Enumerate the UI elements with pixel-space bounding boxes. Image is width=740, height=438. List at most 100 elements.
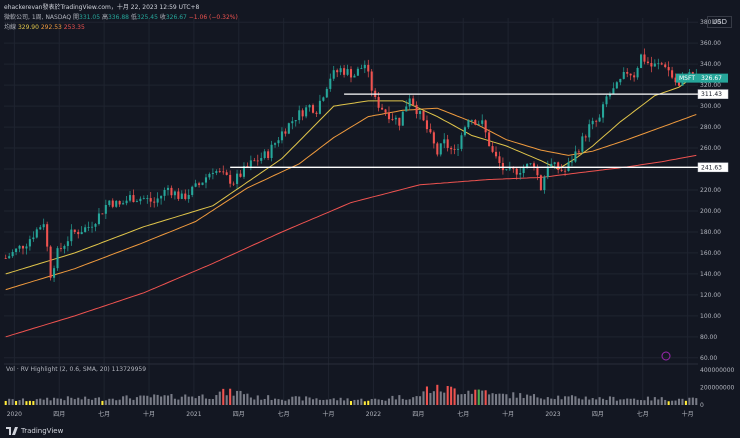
candle-body	[142, 198, 145, 199]
volume-bar	[474, 389, 477, 405]
candle-body	[602, 104, 605, 118]
candle-body	[322, 97, 325, 101]
candle-body	[146, 198, 149, 199]
volume-bar	[446, 386, 449, 405]
candle-body	[108, 200, 111, 205]
candle-body	[315, 112, 318, 114]
volume-bar	[501, 393, 504, 405]
candle-body	[166, 187, 170, 190]
candle-body	[567, 162, 570, 172]
volume-bar	[194, 398, 197, 405]
publish-info: ehackerevan發表於TradingView.com，十月 22, 202…	[4, 4, 200, 11]
volume-bar	[280, 399, 283, 405]
candle-body	[59, 248, 63, 249]
volume-bar	[191, 396, 194, 405]
candle-body	[450, 147, 453, 150]
volume-bar	[522, 397, 525, 405]
price-tick-label: 340.00	[700, 61, 721, 68]
volume-bar	[84, 396, 87, 405]
volume-bar	[405, 399, 408, 405]
candle-body	[494, 151, 498, 157]
candle-body	[622, 72, 625, 79]
volume-bar	[505, 394, 508, 405]
volume-bar	[222, 388, 225, 405]
candle-body	[543, 176, 546, 191]
candle-body	[360, 68, 363, 70]
symbol-title: 微軟公司, 1周, NASDAQ	[4, 14, 72, 21]
candle-body	[194, 183, 197, 187]
volume-bar	[32, 401, 35, 405]
candle-body	[84, 227, 87, 233]
volume-bar	[46, 397, 49, 405]
price-tick-label: 280.00	[700, 124, 721, 131]
volume-bar	[615, 400, 618, 405]
volume-bar	[49, 400, 52, 405]
volume-bar	[643, 400, 646, 405]
candle-body	[128, 195, 132, 201]
candle-body	[415, 104, 418, 114]
tradingview-brand[interactable]: TradingView	[6, 427, 63, 435]
volume-bar	[229, 388, 232, 405]
volume-bar	[532, 394, 536, 405]
volume-bar	[173, 398, 176, 405]
candle-body	[163, 189, 166, 196]
volume-bar	[218, 391, 221, 405]
close-value: 326.67	[165, 14, 187, 21]
candle-body	[215, 171, 218, 173]
candle-body	[650, 63, 653, 67]
volume-bar	[135, 397, 138, 405]
candle-body	[118, 200, 121, 205]
candle-body	[356, 68, 359, 76]
candle-body	[349, 69, 353, 78]
volume-bar	[439, 391, 442, 405]
volume-bar	[122, 396, 125, 405]
candle-body	[115, 200, 118, 207]
volume-bar	[519, 393, 522, 405]
volume-bar	[25, 401, 28, 405]
volume-bar	[429, 393, 432, 405]
volume-bar	[398, 395, 401, 405]
volume-bar	[539, 398, 542, 405]
candle-body	[522, 168, 525, 174]
volume-bar	[381, 399, 384, 405]
ma20-line	[5, 74, 697, 275]
candle-body	[560, 169, 563, 171]
time-tick-label: 四月	[592, 411, 604, 418]
volume-bar	[329, 399, 332, 405]
candle-body	[381, 107, 384, 110]
candle-body	[111, 200, 114, 207]
price-tick-label: 160.00	[700, 250, 721, 257]
candle-body	[384, 109, 387, 113]
candle-body	[370, 71, 373, 91]
volume-bar	[325, 399, 328, 405]
volume-bar	[498, 393, 501, 405]
volume-bar	[453, 388, 456, 405]
candle-body	[11, 251, 14, 257]
volume-bar	[21, 398, 25, 405]
volume-bar	[588, 399, 591, 405]
volume-bar	[39, 398, 42, 405]
volume-bar	[415, 396, 418, 405]
volume-bar	[667, 401, 670, 405]
candle-body	[422, 111, 425, 121]
candle-body	[232, 183, 235, 185]
volume-bar	[543, 399, 546, 405]
candle-body	[515, 168, 518, 175]
volume-bar	[184, 394, 187, 405]
candle-body	[343, 68, 346, 75]
volume-bar	[488, 394, 491, 405]
candle-body	[391, 119, 394, 120]
volume-bar	[166, 395, 170, 405]
candle-body	[595, 120, 598, 122]
volume-bar	[356, 399, 359, 405]
volume-bar	[384, 400, 387, 405]
volume-bar	[108, 398, 111, 405]
currency-button[interactable]: USD	[707, 16, 732, 28]
candle-body	[605, 96, 608, 105]
level-price-label: 311.43	[701, 91, 722, 98]
volume-bar	[11, 399, 14, 405]
candle-body	[173, 191, 176, 196]
volume-bar	[204, 398, 208, 405]
candle-body	[639, 54, 643, 68]
volume-bar	[512, 392, 515, 405]
